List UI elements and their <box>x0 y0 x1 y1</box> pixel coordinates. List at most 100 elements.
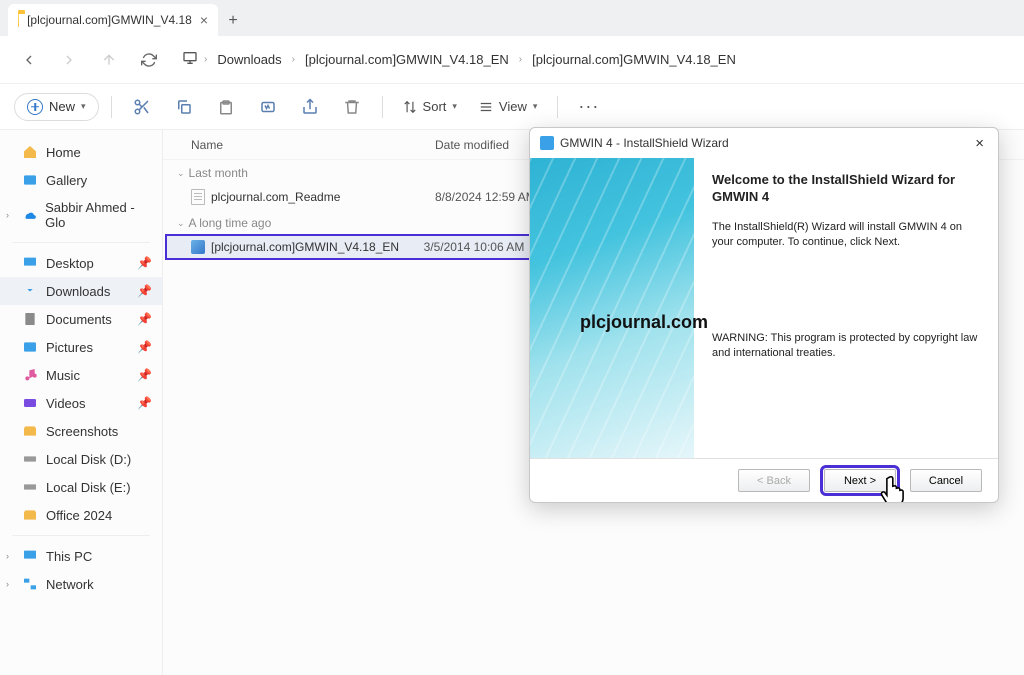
back-button[interactable] <box>14 45 44 75</box>
label: Pictures <box>46 340 93 355</box>
breadcrumb-item[interactable]: [plcjournal.com]GMWIN_V4.18_EN <box>301 50 513 69</box>
wizard-main: Welcome to the InstallShield Wizard for … <box>694 158 998 458</box>
label: Office 2024 <box>46 508 112 523</box>
wizard-intro: The InstallShield(R) Wizard will install… <box>712 220 980 251</box>
forward-button[interactable] <box>54 45 84 75</box>
wizard-side-graphic: plcjournal.com <box>530 158 694 458</box>
label: Music <box>46 368 80 383</box>
folder-icon <box>18 13 19 27</box>
label: Downloads <box>46 284 110 299</box>
chevron-icon: › <box>6 210 9 220</box>
up-button[interactable] <box>94 45 124 75</box>
chevron-down-icon: ▾ <box>533 101 538 112</box>
wizard-title: GMWIN 4 - InstallShield Wizard <box>560 136 729 150</box>
exe-icon <box>191 240 205 254</box>
sort-label: Sort <box>423 99 447 114</box>
divider <box>382 96 383 118</box>
cut-button[interactable] <box>124 90 160 124</box>
view-button[interactable]: View ▾ <box>471 94 545 119</box>
new-tab-button[interactable]: + <box>218 6 248 36</box>
label: Desktop <box>46 256 94 271</box>
sort-button[interactable]: Sort ▾ <box>395 94 465 119</box>
label: Videos <box>46 396 86 411</box>
chevron-down-icon: ▾ <box>81 101 86 112</box>
main-area: Home Gallery › Sabbir Ahmed - Glo Desktop… <box>0 130 1024 675</box>
copy-button[interactable] <box>166 90 202 124</box>
rename-button[interactable] <box>250 90 286 124</box>
tab-title: [plcjournal.com]GMWIN_V4.18 <box>27 13 192 27</box>
sidebar-item-music[interactable]: Music 📌 <box>0 361 162 389</box>
label: Documents <box>46 312 112 327</box>
tab-close-icon[interactable]: × <box>200 12 208 28</box>
file-name: [plcjournal.com]GMWIN_V4.18_EN <box>211 240 399 254</box>
sidebar-item-screenshots[interactable]: Screenshots <box>0 417 162 445</box>
sidebar-item-office[interactable]: Office 2024 <box>0 501 162 529</box>
divider <box>12 535 150 536</box>
sidebar-item-documents[interactable]: Documents 📌 <box>0 305 162 333</box>
sidebar-item-downloads[interactable]: Downloads 📌 <box>0 277 162 305</box>
wizard-buttons: < Back Next > Cancel <box>530 458 998 502</box>
chevron-icon: › <box>6 551 9 561</box>
wizard-body: plcjournal.com Welcome to the InstallShi… <box>530 158 998 458</box>
label: Local Disk (D:) <box>46 452 131 467</box>
back-button[interactable]: < Back <box>738 469 810 492</box>
chevron-down-icon: ⌄ <box>177 168 185 179</box>
address-bar: › Downloads › [plcjournal.com]GMWIN_V4.1… <box>0 36 1024 84</box>
pin-icon: 📌 <box>137 312 152 326</box>
divider <box>111 96 112 118</box>
delete-button[interactable] <box>334 90 370 124</box>
textfile-icon <box>191 189 205 205</box>
cancel-button[interactable]: Cancel <box>910 469 982 492</box>
tab-bar: [plcjournal.com]GMWIN_V4.18 × + <box>0 0 1024 36</box>
sidebar-item-pictures[interactable]: Pictures 📌 <box>0 333 162 361</box>
chevron-icon: › <box>204 54 207 65</box>
wizard-heading: Welcome to the InstallShield Wizard for … <box>712 172 980 206</box>
pin-icon: 📌 <box>137 340 152 354</box>
more-button[interactable]: ··· <box>570 96 607 117</box>
sidebar-item-videos[interactable]: Videos 📌 <box>0 389 162 417</box>
sidebar-item-diske[interactable]: Local Disk (E:) <box>0 473 162 501</box>
new-button[interactable]: New ▾ <box>14 93 99 121</box>
sidebar-item-network[interactable]: › Network <box>0 570 162 598</box>
divider <box>12 242 150 243</box>
label: Network <box>46 577 94 592</box>
sidebar-item-onedrive[interactable]: › Sabbir Ahmed - Glo <box>0 194 162 236</box>
pin-icon: 📌 <box>137 396 152 410</box>
pin-icon: 📌 <box>137 284 152 298</box>
label: This PC <box>46 549 92 564</box>
col-name[interactable]: Name <box>191 138 435 152</box>
paste-button[interactable] <box>208 90 244 124</box>
wizard-warning: WARNING: This program is protected by co… <box>712 331 980 362</box>
sidebar-item-thispc[interactable]: › This PC <box>0 542 162 570</box>
share-button[interactable] <box>292 90 328 124</box>
sidebar-item-home[interactable]: Home <box>0 138 162 166</box>
file-name: plcjournal.com_Readme <box>211 190 340 204</box>
breadcrumb-item[interactable]: Downloads <box>213 50 285 69</box>
sidebar: Home Gallery › Sabbir Ahmed - Glo Desktop… <box>0 130 163 675</box>
chevron-icon: › <box>6 579 9 589</box>
view-label: View <box>499 99 527 114</box>
plus-icon <box>27 99 43 115</box>
pin-icon: 📌 <box>137 368 152 382</box>
refresh-button[interactable] <box>134 45 164 75</box>
label: Sabbir Ahmed - Glo <box>45 200 152 230</box>
label: Screenshots <box>46 424 118 439</box>
chevron-icon: › <box>519 54 522 65</box>
chevron-down-icon: ▾ <box>452 101 457 112</box>
wizard-titlebar[interactable]: GMWIN 4 - InstallShield Wizard × <box>530 128 998 158</box>
sidebar-item-diskd[interactable]: Local Disk (D:) <box>0 445 162 473</box>
sidebar-item-gallery[interactable]: Gallery <box>0 166 162 194</box>
file-row-selected[interactable]: [plcjournal.com]GMWIN_V4.18_EN 3/5/2014 … <box>165 234 557 260</box>
pc-icon <box>182 50 198 69</box>
label: Gallery <box>46 173 87 188</box>
breadcrumb-item[interactable]: [plcjournal.com]GMWIN_V4.18_EN <box>528 50 740 69</box>
breadcrumb: › Downloads › [plcjournal.com]GMWIN_V4.1… <box>182 50 1010 69</box>
label: Home <box>46 145 81 160</box>
close-icon[interactable]: × <box>971 135 988 152</box>
window-tab[interactable]: [plcjournal.com]GMWIN_V4.18 × <box>8 4 218 36</box>
divider <box>557 96 558 118</box>
watermark-text: plcjournal.com <box>580 312 708 333</box>
next-button[interactable]: Next > <box>824 469 896 492</box>
sidebar-item-desktop[interactable]: Desktop 📌 <box>0 249 162 277</box>
pin-icon: 📌 <box>137 256 152 270</box>
